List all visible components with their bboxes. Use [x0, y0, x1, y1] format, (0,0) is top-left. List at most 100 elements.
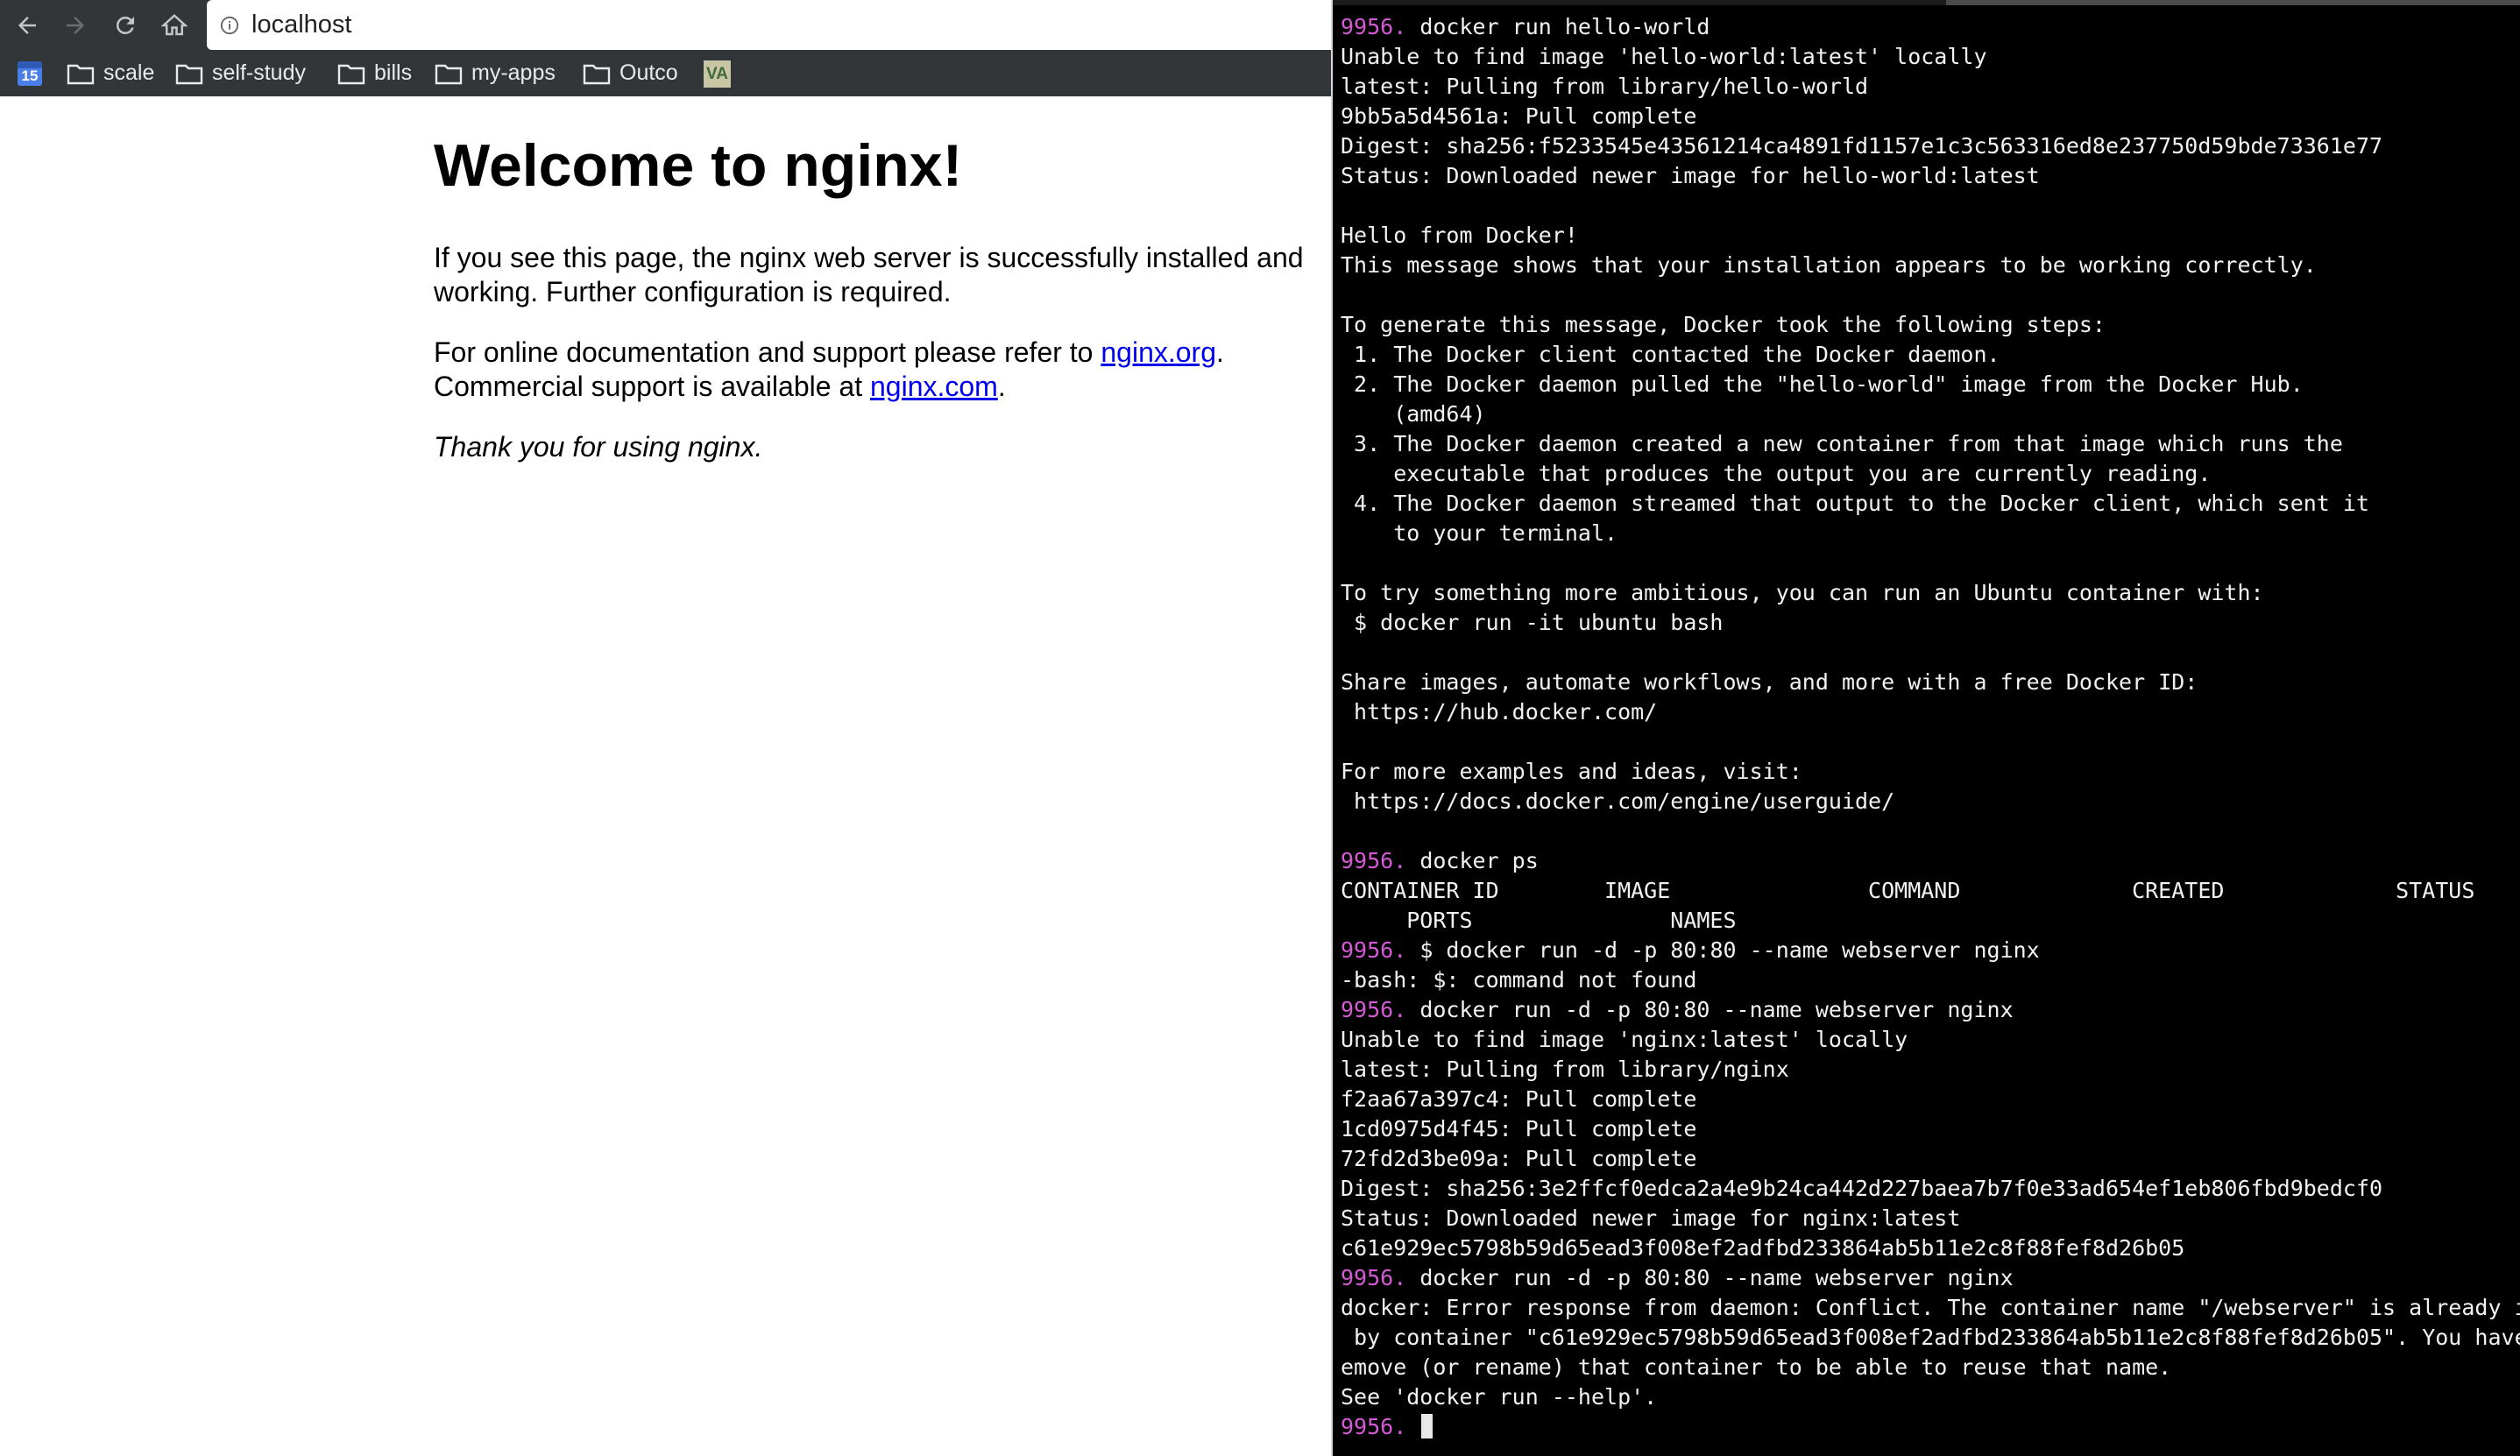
page-title: Welcome to nginx! — [434, 132, 963, 199]
bookmark-my-apps[interactable]: my-apps — [435, 50, 556, 96]
terminal-line-text: 1. The Docker client contacted the Docke… — [1341, 342, 2000, 367]
nginx-com-link[interactable]: nginx.com — [870, 371, 998, 402]
terminal-line: 4. The Docker daemon streamed that outpu… — [1341, 489, 2520, 519]
terminal-line-text: 4. The Docker daemon streamed that outpu… — [1341, 491, 2369, 516]
terminal-line-text: PORTS NAMES — [1341, 908, 1737, 933]
terminal-line: 9956. docker run -d -p 80:80 --name webs… — [1341, 995, 2520, 1025]
terminal-line: For more examples and ideas, visit: — [1341, 757, 2520, 787]
terminal-line: Status: Downloaded newer image for hello… — [1341, 161, 2520, 191]
back-button[interactable] — [11, 9, 44, 42]
terminal-line: https://docs.docker.com/engine/userguide… — [1341, 787, 2520, 816]
va-icon[interactable]: VA — [704, 60, 731, 88]
bookmark-outco[interactable]: Outco — [583, 50, 678, 96]
arrow-left-icon — [18, 17, 36, 34]
bookmark-scale[interactable]: scale — [67, 50, 154, 96]
terminal-line: Unable to find image 'hello-world:latest… — [1341, 42, 2520, 72]
terminal-line-text: to your terminal. — [1341, 520, 1618, 546]
terminal-line: This message shows that your installatio… — [1341, 251, 2520, 280]
terminal-line-text: Digest: sha256:f5233545e43561214ca4891fd… — [1341, 133, 2383, 159]
terminal-line: Share images, automate workflows, and mo… — [1341, 668, 2520, 697]
terminal-line-text: docker run -d -p 80:80 --name webserver … — [1406, 997, 2014, 1022]
terminal-line-text: $ docker run -d -p 80:80 --name webserve… — [1406, 937, 2040, 963]
terminal-line: Digest: sha256:f5233545e43561214ca4891fd… — [1341, 131, 2520, 161]
terminal-line: to your terminal. — [1341, 519, 2520, 548]
info-icon — [220, 16, 239, 34]
browser-window: localhost 15 scale self-study bills my-a… — [0, 0, 1331, 1456]
terminal-line-text: See 'docker run --help'. — [1341, 1384, 1658, 1410]
terminal-line-text: $ docker run -it ubuntu bash — [1341, 610, 1724, 635]
terminal-line-text: 9bb5a5d4561a: Pull complete — [1341, 103, 1697, 129]
bookmarks-bar: 15 scale self-study bills my-apps Outco … — [0, 50, 1331, 96]
arrow-right-icon — [67, 17, 84, 34]
terminal-line-text: 72fd2d3be09a: Pull complete — [1341, 1146, 1697, 1171]
terminal-line: 9956. $ docker run -d -p 80:80 --name we… — [1341, 936, 2520, 965]
terminal-line: emove (or rename) that container to be a… — [1341, 1353, 2520, 1382]
terminal-line: 9956. — [1341, 1412, 2520, 1442]
terminal-line: 9bb5a5d4561a: Pull complete — [1341, 102, 2520, 131]
terminal-output[interactable]: 9956. docker run hello-world Unable to fi… — [1341, 12, 2520, 1442]
terminal-line-text: Digest: sha256:3e2ffcf0edca2a4e9b24ca442… — [1341, 1176, 2383, 1201]
terminal-line: CONTAINER ID IMAGE COMMAND CREATED STATU… — [1341, 876, 2520, 906]
shell-prompt: 9956. — [1341, 1265, 1407, 1290]
calendar-icon[interactable]: 15 — [18, 61, 42, 86]
folder-icon — [337, 64, 365, 84]
terminal-line: 9956. docker run hello-world — [1341, 12, 2520, 42]
folder-icon — [435, 64, 463, 84]
shell-prompt: 9956. — [1341, 1414, 1407, 1439]
address-bar[interactable]: localhost — [207, 0, 1331, 50]
terminal-line: $ docker run -it ubuntu bash — [1341, 608, 2520, 638]
shell-prompt: 9956. — [1341, 848, 1407, 873]
terminal-line-text: Share images, automate workflows, and mo… — [1341, 669, 2198, 695]
terminal-line: executable that produces the output you … — [1341, 459, 2520, 489]
browser-toolbar: localhost — [0, 0, 1331, 50]
terminal-line-text: docker: Error response from daemon: Conf… — [1341, 1295, 2520, 1320]
terminal-line-text: https://hub.docker.com/ — [1341, 699, 1658, 724]
docs-paragraph: For online documentation and support ple… — [434, 336, 1224, 402]
terminal-line: 9956. docker run -d -p 80:80 --name webs… — [1341, 1263, 2520, 1293]
terminal-cursor — [1421, 1414, 1433, 1438]
terminal-line-text — [1406, 1414, 1419, 1439]
terminal-line-text: Unable to find image 'hello-world:latest… — [1341, 44, 1987, 69]
terminal-line: See 'docker run --help'. — [1341, 1382, 2520, 1412]
terminal-line-text: This message shows that your installatio… — [1341, 252, 2317, 278]
terminal-tab-strip — [1333, 0, 2520, 5]
home-button[interactable] — [158, 9, 191, 42]
shell-prompt: 9956. — [1341, 937, 1407, 963]
terminal-line: To try something more ambitious, you can… — [1341, 578, 2520, 608]
url-text[interactable]: localhost — [251, 11, 351, 39]
terminal-line-text: latest: Pulling from library/nginx — [1341, 1057, 1789, 1082]
bookmark-bills[interactable]: bills — [337, 50, 412, 96]
nginx-org-link[interactable]: nginx.org — [1101, 336, 1216, 368]
terminal-line-text: -bash: $: command not found — [1341, 967, 1697, 993]
terminal-line-text: 3. The Docker daemon created a new conta… — [1341, 431, 2343, 456]
terminal-line-text: To try something more ambitious, you can… — [1341, 580, 2264, 605]
terminal-window[interactable]: 9956. docker run hello-world Unable to fi… — [1333, 0, 2520, 1456]
terminal-line-text: Status: Downloaded newer image for nginx… — [1341, 1205, 1961, 1231]
terminal-line: PORTS NAMES — [1341, 906, 2520, 936]
terminal-line: Hello from Docker! — [1341, 221, 2520, 251]
terminal-line: 72fd2d3be09a: Pull complete — [1341, 1144, 2520, 1174]
terminal-line: f2aa67a397c4: Pull complete — [1341, 1085, 2520, 1114]
terminal-line: Unable to find image 'nginx:latest' loca… — [1341, 1025, 2520, 1055]
terminal-line: Digest: sha256:3e2ffcf0edca2a4e9b24ca442… — [1341, 1174, 2520, 1204]
forward-button[interactable] — [59, 9, 92, 42]
bookmark-self-study[interactable]: self-study — [175, 50, 306, 96]
terminal-line-text: 2. The Docker daemon pulled the "hello-w… — [1341, 371, 2304, 397]
thanks-paragraph: Thank you for using nginx. — [434, 431, 763, 463]
terminal-line-text: Status: Downloaded newer image for hello… — [1341, 163, 2040, 188]
reload-button[interactable] — [109, 9, 142, 42]
terminal-line: 3. The Docker daemon created a new conta… — [1341, 429, 2520, 459]
terminal-line-text: 1cd0975d4f45: Pull complete — [1341, 1116, 1697, 1141]
terminal-line-text: f2aa67a397c4: Pull complete — [1341, 1086, 1697, 1112]
terminal-line-text: by container "c61e929ec5798b59d65ead3f00… — [1341, 1325, 2520, 1350]
folder-icon — [583, 64, 611, 84]
terminal-line-text: emove (or rename) that container to be a… — [1341, 1354, 2172, 1380]
terminal-line-text: docker run -d -p 80:80 --name webserver … — [1406, 1265, 2014, 1290]
terminal-line: -bash: $: command not found — [1341, 965, 2520, 995]
terminal-line-text: c61e929ec5798b59d65ead3f008ef2adfbd23386… — [1341, 1235, 2185, 1261]
terminal-line: 2. The Docker daemon pulled the "hello-w… — [1341, 370, 2520, 399]
terminal-line: docker: Error response from daemon: Conf… — [1341, 1293, 2520, 1323]
terminal-line: c61e929ec5798b59d65ead3f008ef2adfbd23386… — [1341, 1233, 2520, 1263]
